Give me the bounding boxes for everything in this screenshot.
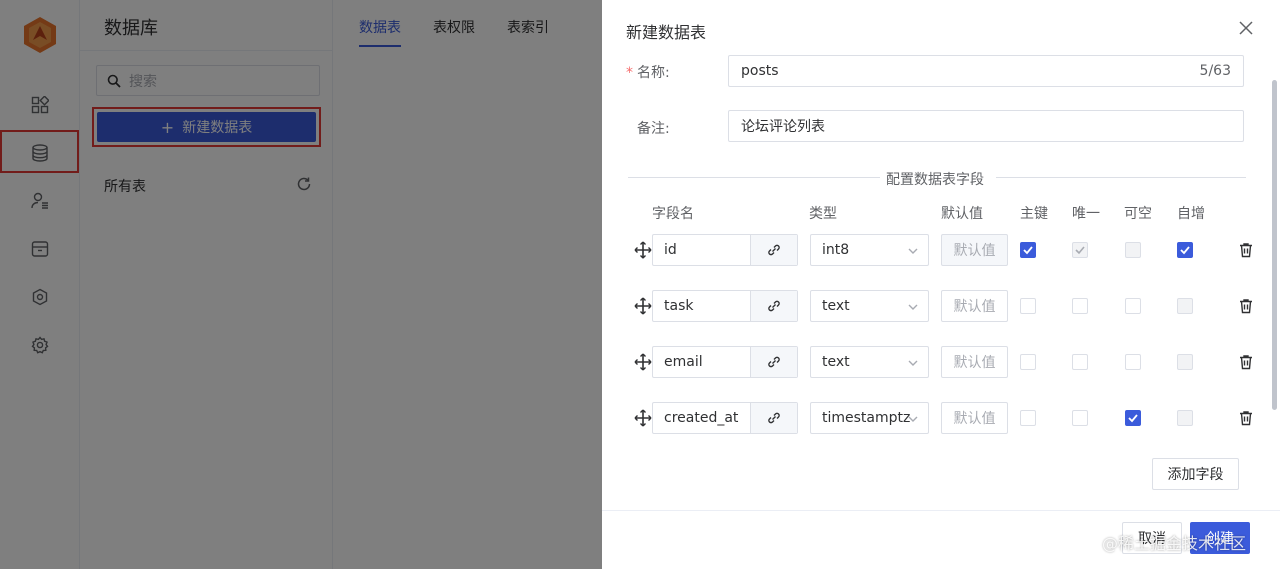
field-row: task text 默认值 xyxy=(602,290,1280,322)
field-name-value: task xyxy=(664,298,694,314)
drag-handle-icon[interactable] xyxy=(634,241,652,259)
col-nullable: 可空 xyxy=(1124,206,1152,222)
delete-icon[interactable] xyxy=(1238,298,1254,314)
delete-icon[interactable] xyxy=(1238,242,1254,258)
nullable-checkbox[interactable] xyxy=(1125,354,1141,370)
drag-handle-icon[interactable] xyxy=(634,297,652,315)
foreign-key-link-icon[interactable] xyxy=(750,291,797,321)
col-type: 类型 xyxy=(809,206,837,222)
chevron-down-icon xyxy=(908,416,918,422)
unique-checkbox xyxy=(1072,242,1088,258)
type-value: timestamptz xyxy=(822,410,911,426)
table-note-value: 论坛评论列表 xyxy=(741,119,825,135)
field-row: id int8 默认值 xyxy=(602,234,1280,266)
col-field-name: 字段名 xyxy=(652,206,694,222)
default-value-input[interactable]: 默认值 xyxy=(941,346,1008,378)
field-row: email text 默认值 xyxy=(602,346,1280,378)
delete-icon[interactable] xyxy=(1238,354,1254,370)
nullable-checkbox[interactable] xyxy=(1125,298,1141,314)
default-value-input: 默认值 xyxy=(941,234,1008,266)
default-value-input[interactable]: 默认值 xyxy=(941,290,1008,322)
field-name-input[interactable]: id xyxy=(652,234,798,266)
foreign-key-link-icon[interactable] xyxy=(750,403,797,433)
type-select[interactable]: timestamptz xyxy=(810,402,929,434)
section-divider-right xyxy=(996,177,1246,178)
type-select[interactable]: text xyxy=(810,346,929,378)
nullable-checkbox[interactable] xyxy=(1125,410,1141,426)
new-table-drawer: 新建数据表 * 名称: posts 5/63 备注: 论坛评论列表 配置数据表字段… xyxy=(602,0,1280,569)
close-icon[interactable] xyxy=(1238,20,1254,36)
nullable-checkbox xyxy=(1125,242,1141,258)
col-unique: 唯一 xyxy=(1072,206,1100,222)
section-divider-left xyxy=(628,177,880,178)
required-mark: * xyxy=(626,65,633,81)
unique-checkbox[interactable] xyxy=(1072,410,1088,426)
primary-key-checkbox[interactable] xyxy=(1020,242,1036,258)
drag-handle-icon[interactable] xyxy=(634,353,652,371)
drag-handle-icon[interactable] xyxy=(634,409,652,427)
name-label: * 名称: xyxy=(626,65,670,81)
foreign-key-link-icon[interactable] xyxy=(750,235,797,265)
foreign-key-link-icon[interactable] xyxy=(750,347,797,377)
drawer-title: 新建数据表 xyxy=(626,23,707,42)
col-primary: 主键 xyxy=(1020,206,1048,222)
field-name-value: id xyxy=(664,242,677,258)
chevron-down-icon xyxy=(908,360,918,366)
field-row: created_at timestamptz 默认值 xyxy=(602,402,1280,434)
type-select[interactable]: int8 xyxy=(810,234,929,266)
chevron-down-icon xyxy=(908,304,918,310)
field-name-input[interactable]: task xyxy=(652,290,798,322)
unique-checkbox[interactable] xyxy=(1072,298,1088,314)
note-label: 备注: xyxy=(637,121,670,137)
auto-increment-checkbox xyxy=(1177,298,1193,314)
type-value: text xyxy=(822,354,850,370)
field-name-value: email xyxy=(664,354,703,370)
table-name-value: posts xyxy=(741,63,779,79)
auto-increment-checkbox xyxy=(1177,410,1193,426)
auto-increment-checkbox xyxy=(1177,354,1193,370)
field-name-value: created_at xyxy=(664,410,739,426)
type-select[interactable]: text xyxy=(810,290,929,322)
table-name-input[interactable]: posts 5/63 xyxy=(728,55,1244,87)
auto-increment-checkbox[interactable] xyxy=(1177,242,1193,258)
watermark: @稀土掘金技术社区 xyxy=(1102,534,1247,553)
primary-key-checkbox[interactable] xyxy=(1020,298,1036,314)
default-value-input[interactable]: 默认值 xyxy=(941,402,1008,434)
field-name-input[interactable]: created_at xyxy=(652,402,798,434)
field-name-input[interactable]: email xyxy=(652,346,798,378)
type-value: text xyxy=(822,298,850,314)
unique-checkbox[interactable] xyxy=(1072,354,1088,370)
table-note-input[interactable]: 论坛评论列表 xyxy=(728,110,1244,142)
add-field-button[interactable]: 添加字段 xyxy=(1152,458,1239,490)
col-auto-inc: 自增 xyxy=(1177,206,1205,222)
type-value: int8 xyxy=(822,242,850,258)
delete-icon[interactable] xyxy=(1238,410,1254,426)
chevron-down-icon xyxy=(908,248,918,254)
char-count: 5/63 xyxy=(1199,63,1231,79)
footer-divider xyxy=(602,510,1280,511)
col-default: 默认值 xyxy=(941,206,983,222)
primary-key-checkbox[interactable] xyxy=(1020,354,1036,370)
primary-key-checkbox[interactable] xyxy=(1020,410,1036,426)
section-title: 配置数据表字段 xyxy=(886,169,984,189)
